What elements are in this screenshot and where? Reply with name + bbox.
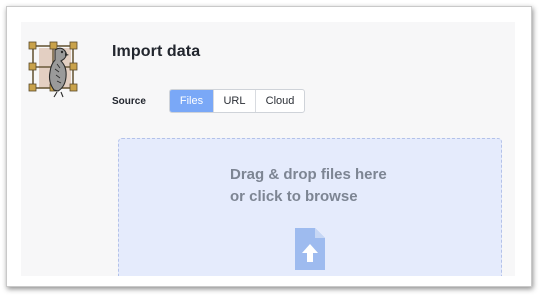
logo-illustration — [25, 38, 81, 98]
file-dropzone[interactable]: Drag & drop files here or click to brows… — [118, 138, 502, 276]
import-panel: Import data Source Files URL Cloud Drag … — [21, 22, 515, 276]
source-option-cloud[interactable]: Cloud — [255, 90, 304, 112]
dropzone-line-2: or click to browse — [230, 188, 358, 205]
page-title: Import data — [112, 43, 201, 60]
source-label: Source — [112, 96, 146, 107]
dropzone-text: Drag & drop files here or click to brows… — [230, 164, 387, 208]
app-window: Import data Source Files URL Cloud Drag … — [6, 6, 532, 287]
file-upload-icon — [293, 226, 327, 272]
source-selector: Files URL Cloud — [169, 89, 305, 113]
source-option-url[interactable]: URL — [213, 90, 255, 112]
dropzone-line-1: Drag & drop files here — [230, 166, 387, 183]
source-option-files[interactable]: Files — [170, 90, 213, 112]
